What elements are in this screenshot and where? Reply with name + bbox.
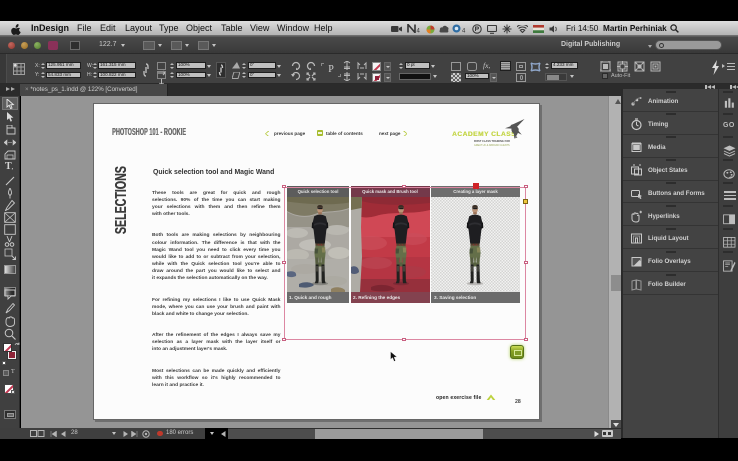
svg-text:4: 4 [462, 29, 466, 34]
svg-text:4: 4 [417, 29, 421, 34]
